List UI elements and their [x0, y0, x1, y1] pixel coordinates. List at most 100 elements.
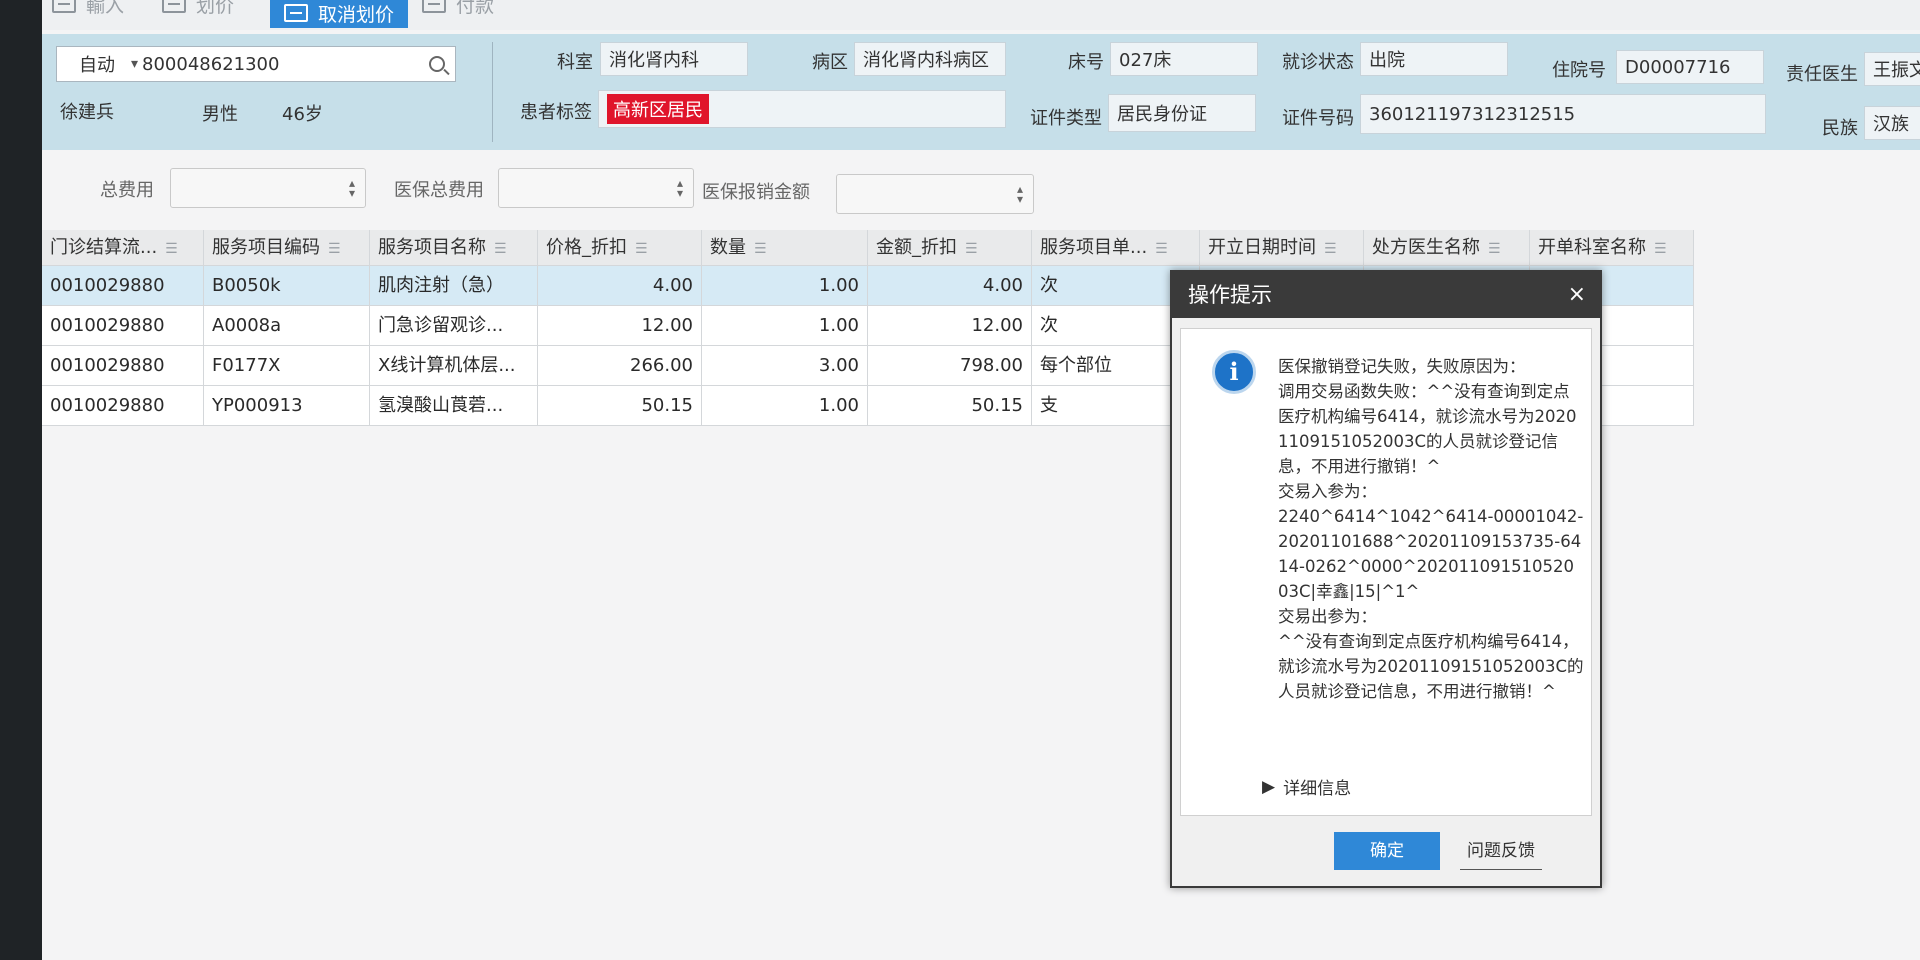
bed-field: 027床 — [1110, 42, 1258, 76]
column-header-label: 金额_折扣 — [876, 237, 957, 258]
column-menu-icon[interactable]: ☰ — [165, 231, 179, 265]
tag-label: 患者标签 — [520, 102, 592, 123]
ward-field: 消化肾内科病区 — [854, 42, 1006, 76]
id-type-field: 居民身份证 — [1108, 94, 1256, 132]
column-menu-icon[interactable]: ☰ — [1654, 231, 1668, 265]
bed-label: 床号 — [1068, 52, 1104, 73]
column-menu-icon[interactable]: ☰ — [965, 231, 979, 265]
column-menu-icon[interactable]: ☰ — [1324, 231, 1338, 265]
id-no-label: 证件号码 — [1282, 108, 1354, 129]
column-header[interactable]: 开单科室名称 ☰ — [1530, 230, 1694, 266]
ethnic-label: 民族 — [1822, 118, 1858, 139]
chevron-down-icon: ▾ — [131, 56, 139, 72]
tool-pricing-label: 划价 — [196, 0, 235, 17]
column-header-label: 服务项目编码 — [212, 237, 320, 258]
column-header-label: 处方医生名称 — [1372, 237, 1480, 258]
column-header[interactable]: 价格_折扣 ☰ — [538, 230, 702, 266]
dialog-title: 操作提示 — [1172, 272, 1600, 318]
mode-select[interactable]: 自动 ▾ — [65, 51, 138, 77]
column-menu-icon[interactable]: ☰ — [635, 231, 649, 265]
app-window: 輸入 划价 取消划价 付款 自动 ▾ 800048621300 徐建兵 男性 4… — [42, 0, 1920, 960]
column-header[interactable]: 处方医生名称 ☰ — [1364, 230, 1530, 266]
doctor-label: 责任医生 — [1786, 64, 1858, 85]
column-header[interactable]: 服务项目名称 ☰ — [370, 230, 538, 266]
tool-pay[interactable]: 付款 — [422, 0, 494, 18]
table-cell: F0177X — [204, 346, 370, 386]
table-cell: 3.00 — [702, 346, 868, 386]
column-header[interactable]: 开立日期时间 ☰ — [1200, 230, 1364, 266]
insurance-total-field[interactable]: ▴ ▾ — [498, 168, 694, 208]
total-fee-label: 总费用 — [100, 180, 154, 201]
status-field: 出院 — [1360, 42, 1508, 76]
spinner-icon[interactable]: ▴ ▾ — [677, 177, 683, 199]
tool-cancel-pricing[interactable]: 取消划价 — [270, 0, 409, 28]
column-menu-icon[interactable]: ☰ — [328, 231, 342, 265]
details-toggle[interactable]: ▶ 详细信息 — [1262, 774, 1351, 800]
column-header-label: 开单科室名称 — [1538, 237, 1646, 258]
table-cell: 1.00 — [702, 386, 868, 426]
status-label: 就诊状态 — [1282, 52, 1354, 73]
info-icon: i — [1212, 350, 1256, 394]
patient-age: 46岁 — [282, 104, 323, 125]
tool-pay-label: 付款 — [456, 0, 495, 17]
table-cell: 门急诊留观诊... — [370, 306, 538, 346]
patient-name: 徐建兵 — [60, 102, 114, 123]
ward-label: 病区 — [812, 52, 848, 73]
column-header[interactable]: 服务项目单... ☰ — [1032, 230, 1200, 266]
column-menu-icon[interactable]: ☰ — [1488, 231, 1502, 265]
dialog-title-text: 操作提示 — [1188, 283, 1272, 307]
table-cell: 肌肉注射（急） — [370, 266, 538, 306]
list-icon — [162, 0, 186, 13]
column-menu-icon[interactable]: ☰ — [494, 231, 508, 265]
insurance-total-label: 医保总费用 — [394, 180, 484, 201]
spinner-icon[interactable]: ▴ ▾ — [1017, 183, 1023, 205]
column-header[interactable]: 数量 ☰ — [702, 230, 868, 266]
table-cell: 氢溴酸山莨菪... — [370, 386, 538, 426]
list-icon — [422, 0, 446, 13]
card-number: 800048621300 — [142, 53, 280, 75]
list-icon — [52, 0, 76, 13]
column-header-label: 数量 — [710, 237, 746, 258]
column-header[interactable]: 门诊结算流... ☰ — [42, 230, 204, 266]
column-menu-icon[interactable]: ☰ — [1155, 231, 1169, 265]
close-icon[interactable]: × — [1568, 272, 1586, 318]
reimburse-field[interactable]: ▴ ▾ — [836, 174, 1034, 214]
doctor-field: 王振文 — [1864, 52, 1920, 86]
tool-cancel-pricing-label: 取消划价 — [318, 3, 395, 26]
toolbar: 輸入 划价 取消划价 付款 — [42, 0, 1920, 30]
table-cell: 4.00 — [538, 266, 702, 306]
column-menu-icon[interactable]: ☰ — [754, 231, 768, 265]
ethnic-field: 汉族 — [1864, 106, 1920, 140]
column-header-label: 服务项目名称 — [378, 237, 486, 258]
list-icon — [284, 4, 308, 22]
table-cell: 266.00 — [538, 346, 702, 386]
id-type-label: 证件类型 — [1030, 108, 1102, 129]
total-fee-field[interactable]: ▴ ▾ — [170, 168, 366, 208]
table-cell: 1.00 — [702, 266, 868, 306]
table-cell: 1.00 — [702, 306, 868, 346]
operation-alert-dialog: 操作提示 × i 医保撤销登记失败，失败原因为： 调用交易函数失败：^^没有查询… — [1170, 270, 1602, 888]
table-header-row: 门诊结算流... ☰ 服务项目编码 ☰ 服务项目名称 ☰ 价格_折扣 ☰ 数量 ☰ 金额_折扣 ☰ 服务… — [42, 230, 1704, 266]
feedback-button[interactable]: 问题反馈 — [1460, 832, 1542, 870]
table-cell: 12.00 — [868, 306, 1032, 346]
table-cell: B0050k — [204, 266, 370, 306]
column-header[interactable]: 金额_折扣 ☰ — [868, 230, 1032, 266]
tool-pricing[interactable]: 划价 — [162, 0, 234, 18]
search-icon[interactable] — [429, 56, 445, 72]
ok-button[interactable]: 确定 — [1334, 832, 1440, 870]
spinner-icon[interactable]: ▴ ▾ — [349, 177, 355, 199]
divider — [492, 42, 493, 142]
table-cell: 12.00 — [538, 306, 702, 346]
fee-filters: 总费用 ▴ ▾ 医保总费用 ▴ ▾ 医保报销金额 ▴ ▾ — [42, 150, 1920, 230]
table-cell: 50.15 — [868, 386, 1032, 426]
mode-value: 自动 — [79, 55, 115, 76]
column-header-label: 开立日期时间 — [1208, 237, 1316, 258]
reimburse-label: 医保报销金额 — [702, 182, 810, 203]
tag-field: 高新区居民 — [598, 90, 1006, 128]
patient-search-box[interactable]: 自动 ▾ 800048621300 — [56, 46, 456, 82]
patient-gender: 男性 — [202, 104, 238, 125]
table-cell: 0010029880 — [42, 266, 204, 306]
tool-input[interactable]: 輸入 — [52, 0, 124, 18]
patient-tag-badge: 高新区居民 — [607, 94, 709, 124]
column-header[interactable]: 服务项目编码 ☰ — [204, 230, 370, 266]
